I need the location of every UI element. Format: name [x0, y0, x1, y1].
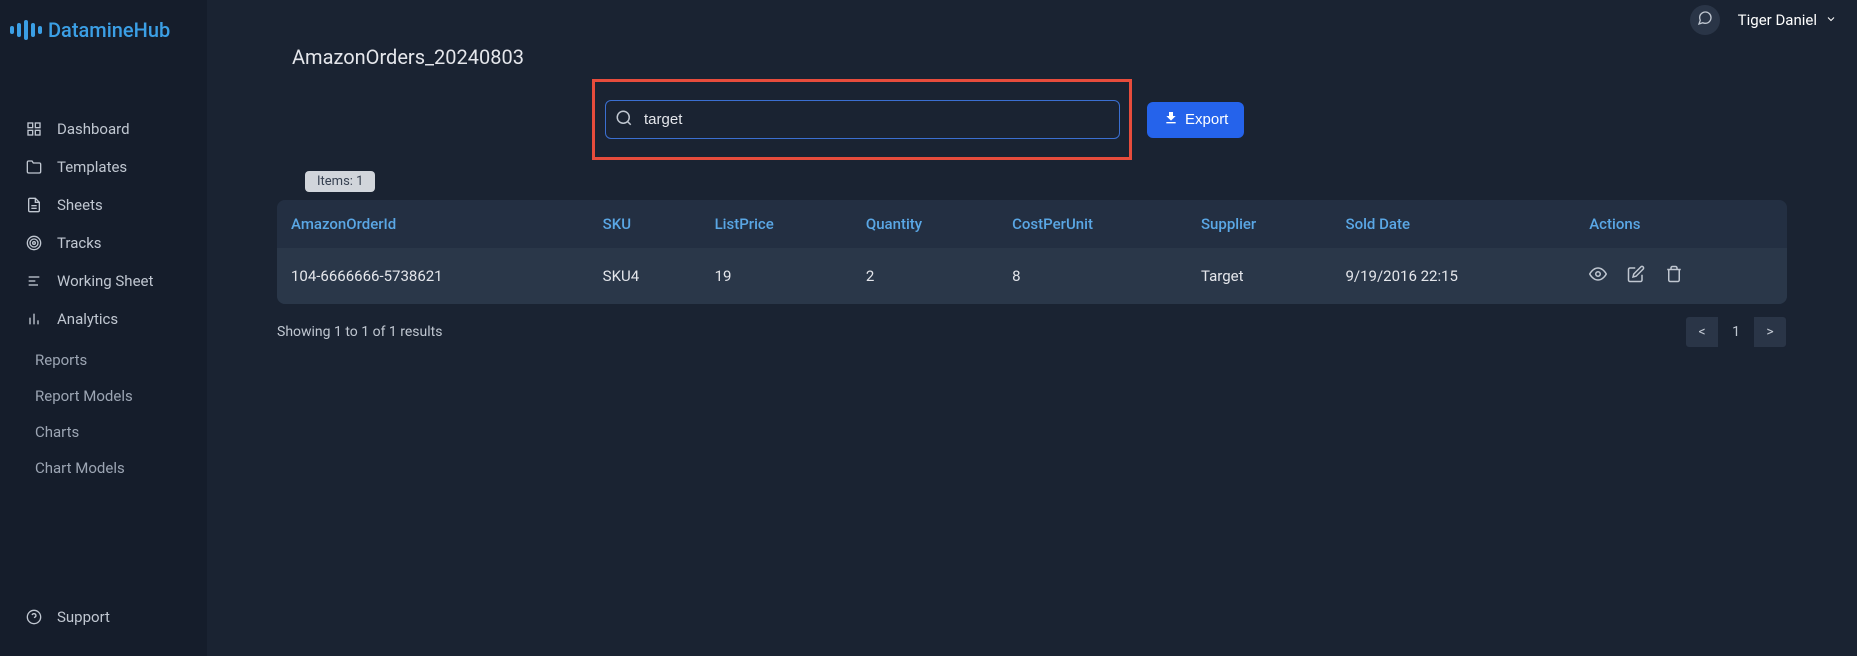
column-header-solddate[interactable]: Sold Date: [1331, 200, 1575, 248]
sidebar-subitem-charts[interactable]: Charts: [0, 414, 207, 450]
help-icon: [25, 608, 43, 626]
sidebar-item-label: Analytics: [57, 310, 118, 328]
top-header: Tiger Daniel: [1670, 0, 1857, 40]
file-icon: [25, 196, 43, 214]
sidebar-item-tracks[interactable]: Tracks: [0, 224, 207, 262]
sidebar-item-label: Tracks: [57, 234, 102, 252]
column-header-costperunit[interactable]: CostPerUnit: [998, 200, 1187, 248]
column-header-listprice[interactable]: ListPrice: [701, 200, 852, 248]
chart-icon: [25, 310, 43, 328]
view-icon[interactable]: [1589, 265, 1607, 287]
search-input[interactable]: [605, 100, 1120, 139]
orders-table: AmazonOrderId SKU ListPrice Quantity Cos…: [277, 200, 1787, 304]
brand-name: DatamineHub: [48, 18, 170, 42]
notes-icon: [25, 272, 43, 290]
sidebar-subitem-reports[interactable]: Reports: [0, 342, 207, 378]
cell-orderid: 104-6666666-5738621: [277, 248, 589, 304]
logo-icon: [10, 20, 42, 40]
download-icon: [1163, 110, 1179, 130]
sidebar-subitem-report-models[interactable]: Report Models: [0, 378, 207, 414]
target-icon: [25, 234, 43, 252]
items-count-badge: Items: 1: [305, 171, 375, 192]
cell-solddate: 9/19/2016 22:15: [1331, 248, 1575, 304]
user-name: Tiger Daniel: [1738, 11, 1817, 29]
sidebar-item-label: Dashboard: [57, 120, 130, 138]
page-title: AmazonOrders_20240803: [227, 0, 1837, 79]
grid-icon: [25, 120, 43, 138]
pagination-next[interactable]: >: [1753, 316, 1787, 348]
cell-sku: SKU4: [589, 248, 701, 304]
chat-button[interactable]: [1690, 5, 1720, 35]
cell-actions: [1575, 248, 1787, 304]
results-text: Showing 1 to 1 of 1 results: [277, 324, 442, 340]
delete-icon[interactable]: [1665, 265, 1683, 287]
cell-quantity: 2: [852, 248, 998, 304]
export-button[interactable]: Export: [1147, 102, 1244, 138]
sidebar-subitem-chart-models[interactable]: Chart Models: [0, 450, 207, 486]
table-row: 104-6666666-5738621 SKU4 19 2 8 Target 9…: [277, 248, 1787, 304]
column-header-quantity[interactable]: Quantity: [852, 200, 998, 248]
folder-icon: [25, 158, 43, 176]
column-header-actions: Actions: [1575, 200, 1787, 248]
user-menu[interactable]: Tiger Daniel: [1738, 11, 1837, 29]
pagination-page-1[interactable]: 1: [1719, 316, 1753, 348]
sidebar-item-label: Working Sheet: [57, 272, 153, 290]
sidebar-item-templates[interactable]: Templates: [0, 148, 207, 186]
column-header-orderid[interactable]: AmazonOrderId: [277, 200, 589, 248]
sidebar-item-label: Templates: [57, 158, 127, 176]
chat-icon: [1697, 10, 1713, 30]
export-label: Export: [1185, 111, 1228, 128]
column-header-supplier[interactable]: Supplier: [1187, 200, 1332, 248]
cell-supplier: Target: [1187, 248, 1332, 304]
sidebar: DatamineHub Dashboard Templates Sheets: [0, 0, 207, 656]
search-highlight-box: [592, 79, 1132, 160]
pagination: < 1 >: [1685, 316, 1787, 348]
sidebar-item-support[interactable]: Support: [0, 598, 207, 636]
chevron-down-icon: [1825, 11, 1837, 29]
sidebar-item-sheets[interactable]: Sheets: [0, 186, 207, 224]
brand-logo[interactable]: DatamineHub: [0, 0, 207, 60]
sidebar-item-dashboard[interactable]: Dashboard: [0, 110, 207, 148]
cell-costperunit: 8: [998, 248, 1187, 304]
pagination-prev[interactable]: <: [1685, 316, 1719, 348]
sidebar-item-label: Support: [57, 608, 110, 626]
data-table-container: AmazonOrderId SKU ListPrice Quantity Cos…: [277, 200, 1787, 304]
sidebar-item-analytics[interactable]: Analytics: [0, 300, 207, 338]
edit-icon[interactable]: [1627, 265, 1645, 287]
search-icon: [615, 109, 633, 131]
sidebar-item-label: Sheets: [57, 196, 103, 214]
sidebar-item-working-sheet[interactable]: Working Sheet: [0, 262, 207, 300]
column-header-sku[interactable]: SKU: [589, 200, 701, 248]
cell-listprice: 19: [701, 248, 852, 304]
